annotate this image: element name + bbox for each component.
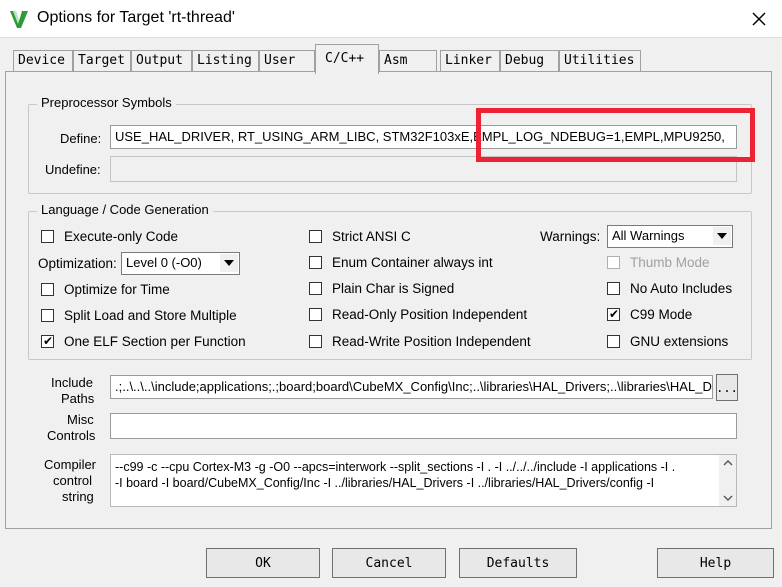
optimization-value: Level 0 (-O0) xyxy=(126,255,202,270)
include-label-1: Include xyxy=(51,375,93,390)
tab-device[interactable]: Device xyxy=(13,50,73,72)
tab-listing[interactable]: Listing xyxy=(192,50,259,72)
rw-pi-checkbox[interactable]: Read-Write Position Independent xyxy=(309,333,531,349)
plain-char-label: Plain Char is Signed xyxy=(332,280,455,296)
window-title: Options for Target 'rt-thread' xyxy=(37,9,235,26)
checkbox-box xyxy=(607,334,620,348)
checkbox-box xyxy=(607,255,620,269)
enum-container-label: Enum Container always int xyxy=(332,254,493,270)
close-button[interactable] xyxy=(736,0,782,38)
checkbox-box xyxy=(309,281,322,295)
compiler-control-string: --c99 -c --cpu Cortex-M3 -g -O0 --apcs=i… xyxy=(110,454,737,507)
execute-only-checkbox[interactable]: Execute-only Code xyxy=(41,228,178,244)
strict-ansi-label: Strict ANSI C xyxy=(332,228,411,244)
rw-pi-label: Read-Write Position Independent xyxy=(332,333,531,349)
defaults-button[interactable]: Defaults xyxy=(459,548,577,578)
checkbox-box xyxy=(607,281,620,295)
warnings-select[interactable]: All Warnings xyxy=(607,225,733,248)
language-group-title: Language / Code Generation xyxy=(37,202,213,217)
optimize-time-checkbox[interactable]: Optimize for Time xyxy=(41,281,170,297)
checkbox-box xyxy=(309,229,322,243)
tab-bar: Device Target Output Listing User C/C++ … xyxy=(0,44,782,74)
gnu-ext-label: GNU extensions xyxy=(630,333,729,349)
checkbox-box xyxy=(41,282,54,296)
scroll-down-icon[interactable] xyxy=(723,495,733,502)
compiler-scrollbar[interactable] xyxy=(719,455,736,506)
define-input[interactable]: USE_HAL_DRIVER, RT_USING_ARM_LIBC, STM32… xyxy=(110,125,737,149)
ro-pi-checkbox[interactable]: Read-Only Position Independent xyxy=(309,306,527,322)
execute-only-label: Execute-only Code xyxy=(64,228,179,244)
checkbox-box xyxy=(41,229,54,243)
tab-linker[interactable]: Linker xyxy=(440,50,500,72)
strict-ansi-checkbox[interactable]: Strict ANSI C xyxy=(309,228,411,244)
checkbox-box xyxy=(41,308,54,322)
c99-mode-label: C99 Mode xyxy=(630,306,693,322)
tab-output[interactable]: Output xyxy=(131,50,192,72)
compiler-line-1: --c99 -c --cpu Cortex-M3 -g -O0 --apcs=i… xyxy=(115,460,676,474)
undefine-input[interactable] xyxy=(110,156,737,182)
one-elf-checkbox[interactable]: ✔ One ELF Section per Function xyxy=(41,333,246,349)
plain-char-checkbox[interactable]: Plain Char is Signed xyxy=(309,280,454,296)
ro-pi-label: Read-Only Position Independent xyxy=(332,306,528,322)
no-auto-includes-checkbox[interactable]: No Auto Includes xyxy=(607,280,732,296)
one-elf-label: One ELF Section per Function xyxy=(64,333,246,349)
optimization-label: Optimization: xyxy=(38,256,117,271)
compiler-label-2: control xyxy=(53,473,93,488)
scroll-up-icon[interactable] xyxy=(723,459,733,466)
checkbox-box: ✔ xyxy=(41,333,54,348)
undefine-label: Undefine: xyxy=(45,162,101,177)
keil-app-icon xyxy=(10,11,28,28)
browse-include-button[interactable]: ... xyxy=(716,374,738,401)
compiler-line-2: -I board -I board/CubeMX_Config/Inc -I .… xyxy=(115,476,655,490)
title-bar: Options for Target 'rt-thread' xyxy=(0,0,782,38)
misc-controls-input[interactable] xyxy=(110,413,737,439)
include-label-2: Paths xyxy=(61,391,95,406)
close-icon xyxy=(752,12,766,26)
thumb-mode-checkbox[interactable]: Thumb Mode xyxy=(607,254,710,270)
optimize-time-label: Optimize for Time xyxy=(64,281,170,297)
split-load-checkbox[interactable]: Split Load and Store Multiple xyxy=(41,307,237,323)
checkbox-box: ✔ xyxy=(607,306,620,321)
preprocessor-group-title: Preprocessor Symbols xyxy=(37,95,176,110)
tab-target[interactable]: Target xyxy=(73,50,131,72)
check-mark-icon: ✔ xyxy=(609,306,620,321)
checkbox-box xyxy=(309,307,322,321)
warnings-value: All Warnings xyxy=(612,228,685,243)
split-load-label: Split Load and Store Multiple xyxy=(64,307,237,323)
dropdown-arrow-icon xyxy=(713,227,731,245)
optimization-select[interactable]: Level 0 (-O0) xyxy=(121,252,240,275)
thumb-mode-label: Thumb Mode xyxy=(630,254,710,270)
ok-button[interactable]: OK xyxy=(206,548,320,578)
misc-label-1: Misc xyxy=(67,412,94,427)
help-button[interactable]: Help xyxy=(657,548,774,578)
check-mark-icon: ✔ xyxy=(43,333,54,348)
tab-user[interactable]: User xyxy=(259,50,315,72)
compiler-label-3: string xyxy=(62,489,94,504)
tab-asm[interactable]: Asm xyxy=(379,50,437,72)
compiler-label-1: Compiler xyxy=(44,457,97,472)
include-paths-input[interactable]: .;..\..\..\include;applications;.;board;… xyxy=(110,375,713,399)
no-auto-includes-label: No Auto Includes xyxy=(630,280,733,296)
gnu-ext-checkbox[interactable]: GNU extensions xyxy=(607,333,728,349)
checkbox-box xyxy=(309,255,322,269)
tab-c-cpp[interactable]: C/C++ xyxy=(315,44,379,74)
define-label: Define: xyxy=(60,131,102,146)
checkbox-box xyxy=(309,334,322,348)
c99-mode-checkbox[interactable]: ✔ C99 Mode xyxy=(607,306,692,322)
cancel-button[interactable]: Cancel xyxy=(332,548,446,578)
dropdown-arrow-icon xyxy=(220,254,238,272)
warnings-label: Warnings: xyxy=(540,229,601,244)
tab-debug[interactable]: Debug xyxy=(500,50,559,72)
enum-container-checkbox[interactable]: Enum Container always int xyxy=(309,254,493,270)
misc-label-2: Controls xyxy=(47,428,96,443)
tab-utilities[interactable]: Utilities xyxy=(559,50,641,72)
